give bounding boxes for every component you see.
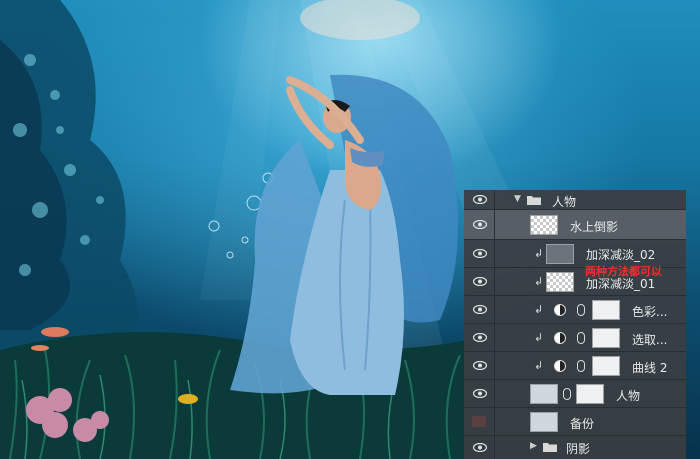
clip-arrow-icon: ↲ — [534, 331, 544, 344]
divider — [494, 408, 495, 435]
link-icon[interactable] — [577, 304, 585, 316]
link-icon[interactable] — [563, 388, 571, 400]
divider — [494, 240, 495, 267]
eye-icon[interactable] — [473, 220, 487, 229]
layer-name: 曲线 2 — [632, 361, 668, 375]
disclosure-triangle-icon[interactable]: ▼ — [514, 194, 521, 204]
eye-icon[interactable] — [473, 277, 487, 286]
layer-name: 备份 — [570, 417, 595, 431]
layer-thumbnail — [546, 244, 574, 264]
annotation-note: 两种方法都可以 — [585, 265, 662, 278]
layer-thumbnail — [530, 215, 558, 235]
layer-row[interactable]: ↲ 选取... — [464, 324, 686, 352]
layer-group-row[interactable]: ▶ 阴影 — [464, 436, 686, 459]
hidden-eye-slot[interactable] — [472, 416, 486, 427]
layer-mask-thumbnail — [576, 384, 604, 404]
layer-name: 水上倒影 — [570, 220, 619, 234]
layer-row[interactable]: 备份 — [464, 408, 686, 436]
divider — [494, 296, 495, 323]
layer-thumbnail — [546, 272, 574, 292]
divider — [494, 436, 495, 459]
layer-row[interactable]: ↲ 色彩... — [464, 296, 686, 324]
divider — [494, 190, 495, 209]
clip-arrow-icon: ↲ — [534, 247, 544, 260]
layer-row[interactable]: ↲ 曲线 2 — [464, 352, 686, 380]
eye-icon[interactable] — [473, 305, 487, 314]
eye-icon[interactable] — [473, 333, 487, 342]
adjustment-icon — [554, 360, 566, 372]
layer-thumbnail — [530, 412, 558, 432]
layer-group-name: 阴影 — [566, 442, 591, 456]
divider — [494, 210, 495, 239]
layer-row[interactable]: 水上倒影 — [464, 210, 686, 240]
layer-thumbnail — [530, 384, 558, 404]
eye-icon[interactable] — [473, 249, 487, 258]
layer-mask-thumbnail — [592, 300, 620, 320]
layer-name: 色彩... — [632, 305, 668, 319]
layer-row[interactable]: 人物 — [464, 380, 686, 408]
folder-icon — [527, 196, 541, 205]
eye-icon[interactable] — [473, 195, 487, 204]
clip-arrow-icon: ↲ — [534, 275, 544, 288]
eye-icon[interactable] — [473, 443, 487, 452]
eye-icon[interactable] — [473, 389, 487, 398]
clip-arrow-icon: ↲ — [534, 303, 544, 316]
clip-arrow-icon: ↲ — [534, 359, 544, 372]
divider — [494, 268, 495, 295]
link-icon[interactable] — [577, 332, 585, 344]
layer-group-row[interactable]: ▼ 人物 — [464, 190, 686, 210]
divider — [494, 352, 495, 379]
link-icon[interactable] — [577, 360, 585, 372]
layer-mask-thumbnail — [592, 356, 620, 376]
adjustment-icon — [554, 304, 566, 316]
layer-name: 加深减淡_02 — [586, 248, 656, 262]
layer-mask-thumbnail — [592, 328, 620, 348]
layer-name: 人物 — [616, 389, 641, 403]
layer-group-name: 人物 — [552, 195, 577, 209]
layers-panel: ▼ 人物 水上倒影 ↲ 加深减淡_02 ↲ 加深减淡_01 两种方法都可以 ↲ … — [464, 190, 686, 459]
eye-icon[interactable] — [473, 361, 487, 370]
disclosure-triangle-icon[interactable]: ▶ — [530, 441, 537, 451]
adjustment-icon — [554, 332, 566, 344]
layer-name: 选取... — [632, 333, 668, 347]
divider — [494, 380, 495, 407]
divider — [494, 324, 495, 351]
folder-icon — [543, 443, 557, 452]
